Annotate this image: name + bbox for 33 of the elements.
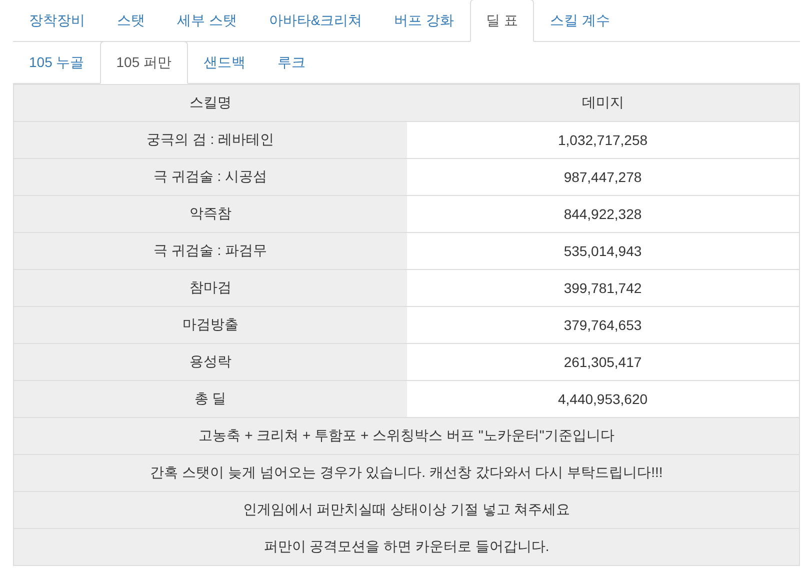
table-cell: 총 딜	[14, 380, 406, 418]
table-cell: 987,447,278	[406, 158, 800, 196]
nav-tab[interactable]: 루크	[262, 41, 322, 84]
note-cell: 고농축 + 크리쳐 + 투함포 + 스위칭박스 버프 "노카운터"기준입니다	[14, 418, 800, 454]
column-header: 스킬명	[14, 84, 406, 122]
nav-tab[interactable]: 아바타&크리쳐	[252, 0, 378, 42]
table-cell: 극 귀검술 : 파검무	[14, 232, 406, 270]
table-cell: 악즉참	[14, 196, 406, 232]
column-header: 데미지	[406, 84, 800, 122]
table-cell: 1,032,717,258	[406, 122, 800, 158]
nav-tab[interactable]: 스탯	[101, 0, 161, 42]
nav-tab[interactable]: 샌드백	[188, 41, 262, 84]
table-cell: 261,305,417	[406, 344, 800, 380]
nav-tab[interactable]: 장착장비	[13, 0, 101, 42]
nav-tab[interactable]: 105 누골	[13, 41, 100, 84]
table-cell: 용성락	[14, 344, 406, 380]
nav-tab[interactable]: 버프 강화	[378, 0, 470, 42]
note-cell: 퍼만이 공격모션을 하면 카운터로 들어갑니다.	[14, 528, 800, 566]
table-cell: 마검방출	[14, 306, 406, 344]
table-cell: 극 귀검술 : 시공섬	[14, 158, 406, 196]
note-cell: 인게임에서 퍼만치실때 상태이상 기절 넣고 쳐주세요	[14, 492, 800, 528]
table-cell: 궁극의 검 : 레바테인	[14, 122, 406, 158]
table-cell: 535,014,943	[406, 232, 800, 270]
nav-tab[interactable]: 스킬 계수	[534, 0, 626, 42]
nav-tab[interactable]: 딜 표	[470, 0, 534, 42]
table-cell: 4,440,953,620	[406, 380, 800, 418]
note-cell: 간혹 스탯이 늦게 넘어오는 경우가 있습니다. 캐선창 갔다와서 다시 부탁드립니다!!!	[14, 454, 800, 492]
nav-tab[interactable]: 105 퍼만	[100, 41, 188, 84]
table-cell: 379,764,653	[406, 306, 800, 344]
table-cell: 참마검	[14, 270, 406, 306]
table-cell: 844,922,328	[406, 196, 800, 232]
nav-tab[interactable]: 세부 스탯	[161, 0, 253, 42]
table-cell: 399,781,742	[406, 270, 800, 306]
